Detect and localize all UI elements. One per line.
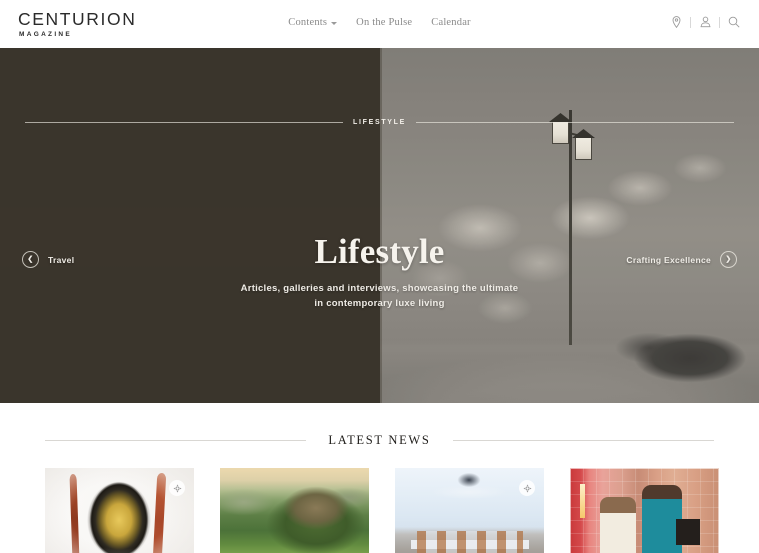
- hero-subtitle: Articles, galleries and interviews, show…: [0, 282, 759, 311]
- icon-divider: [690, 16, 691, 28]
- section-title: LATEST NEWS: [328, 433, 431, 447]
- rule-left: [25, 122, 343, 123]
- lamp-lantern-right: [575, 136, 592, 160]
- news-card-yacht-interior[interactable]: [395, 468, 544, 553]
- news-card-fashion-models[interactable]: [570, 468, 719, 553]
- site-header: CENTURION MAGAZINE Contents On the Pulse…: [0, 0, 759, 48]
- latest-news-card-grid: [0, 468, 759, 553]
- nav-item-calendar[interactable]: Calendar: [431, 17, 471, 28]
- main-navigation: Contents On the Pulse Calendar: [0, 17, 759, 28]
- news-card-shell-object[interactable]: [45, 468, 194, 553]
- search-icon[interactable]: [727, 14, 741, 30]
- nav-item-contents[interactable]: Contents: [288, 17, 338, 28]
- card-image: [570, 468, 719, 553]
- nav-label-contents: Contents: [288, 17, 328, 28]
- hero-text-block: Lifestyle Articles, galleries and interv…: [0, 234, 759, 311]
- section-rule-right: [452, 440, 714, 441]
- hero-dark-overlay: [0, 48, 380, 403]
- user-account-icon[interactable]: [698, 14, 712, 30]
- chevron-down-icon: [331, 22, 338, 25]
- card-image: [220, 468, 369, 553]
- logo-subtitle: MAGAZINE: [19, 30, 73, 38]
- gallery-icon[interactable]: [169, 480, 185, 496]
- hero-kicker: LIFESTYLE: [352, 119, 407, 126]
- hero-overlay-edge: [380, 48, 382, 403]
- chevron-left-icon: ❮: [22, 251, 39, 268]
- decor-chairs: [417, 531, 523, 553]
- hero-carousel: LIFESTYLE Lifestyle Articles, galleries …: [0, 48, 759, 403]
- hero-category-rule: LIFESTYLE: [0, 119, 759, 126]
- carousel-prev-button[interactable]: ❮ Travel: [22, 251, 74, 268]
- hero-subtitle-line-2: in contemporary luxe living: [314, 297, 445, 309]
- gallery-icon[interactable]: [519, 480, 535, 496]
- chevron-right-icon: ❯: [720, 251, 737, 268]
- image-border: [570, 468, 719, 553]
- news-card-hills-landscape[interactable]: [220, 468, 369, 553]
- location-pin-icon[interactable]: [669, 14, 683, 30]
- latest-news-header: LATEST NEWS: [0, 433, 759, 448]
- carousel-next-label: Crafting Excellence: [626, 254, 711, 265]
- icon-divider: [719, 16, 720, 28]
- nav-item-on-the-pulse[interactable]: On the Pulse: [356, 17, 412, 28]
- section-rule-left: [45, 440, 307, 441]
- hero-subtitle-line-1: Articles, galleries and interviews, show…: [240, 283, 519, 294]
- carousel-next-button[interactable]: Crafting Excellence ❯: [626, 251, 737, 268]
- carousel-prev-label: Travel: [48, 254, 75, 265]
- rule-right: [416, 122, 734, 123]
- header-icon-group: [669, 14, 741, 30]
